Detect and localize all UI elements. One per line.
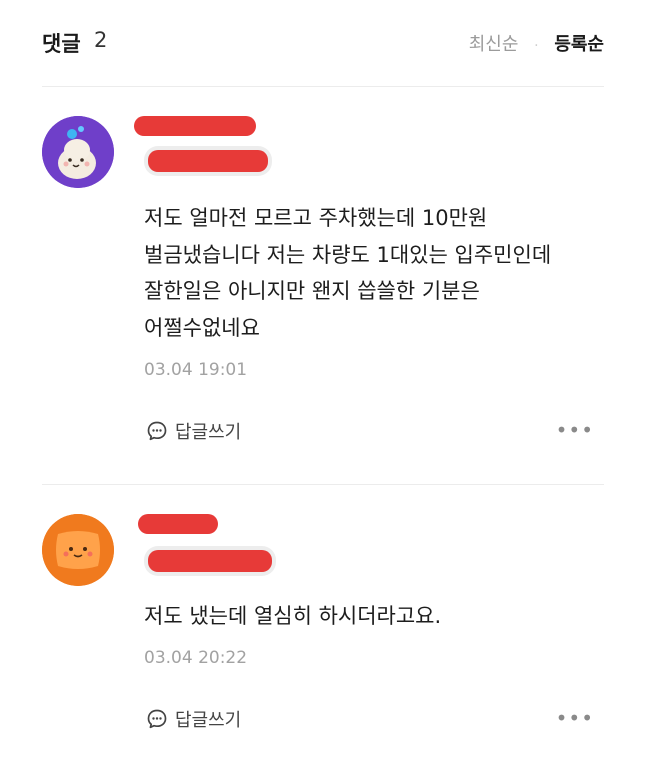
- more-options-icon[interactable]: •••: [556, 706, 594, 730]
- speech-bubble-icon: [147, 421, 167, 441]
- reply-label: 답글쓰기: [175, 422, 242, 443]
- comment-text: 저도 얼마전 모르고 주차했는데 10만원 벌금냈습니다 저는 차량도 1대있는…: [144, 206, 552, 340]
- avatar[interactable]: [42, 514, 114, 586]
- more-options-icon[interactable]: •••: [556, 418, 594, 442]
- sort-separator: ·: [534, 38, 539, 54]
- comments-title: 댓글: [42, 32, 81, 56]
- reply-button[interactable]: 답글쓰기: [146, 706, 241, 732]
- speech-bubble-icon: [147, 709, 167, 729]
- sort-registered-button[interactable]: 등록순: [554, 34, 604, 55]
- dumpling-character-icon: [42, 116, 114, 188]
- comment-timestamp: 03.04 19:01: [144, 360, 248, 380]
- avatar[interactable]: [42, 116, 114, 188]
- redacted-username: [138, 514, 218, 534]
- divider: [42, 484, 604, 485]
- sort-latest-button[interactable]: 최신순: [469, 34, 519, 55]
- comments-header: 댓글 2 최신순 · 등록순: [42, 26, 604, 60]
- redacted-username: [134, 116, 256, 136]
- cushion-character-icon: [42, 514, 114, 586]
- sort-options: 최신순 · 등록순: [469, 30, 604, 56]
- redacted-user-badge: [148, 150, 268, 172]
- comments-count: 2: [94, 28, 108, 52]
- comment-item: 저도 얼마전 모르고 주차했는데 10만원 벌금냈습니다 저는 차량도 1대있는…: [42, 116, 604, 456]
- reply-label: 답글쓰기: [175, 710, 242, 731]
- comment-text: 저도 냈는데 열심히 하시더라고요.: [144, 604, 442, 628]
- redacted-user-badge: [148, 550, 272, 572]
- divider: [42, 86, 604, 87]
- reply-button[interactable]: 답글쓰기: [146, 418, 241, 444]
- comment-timestamp: 03.04 20:22: [144, 648, 248, 668]
- comment-item: 저도 냈는데 열심히 하시더라고요. 03.04 20:22 답글쓰기 •••: [42, 514, 604, 754]
